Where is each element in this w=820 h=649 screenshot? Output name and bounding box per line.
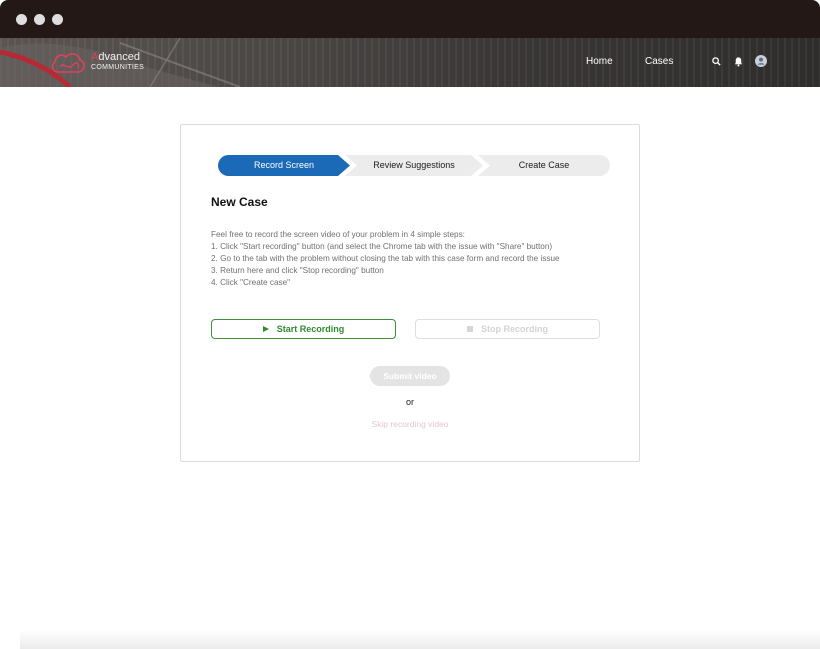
instruction-step-3: 3. Return here and click "Stop recording…: [211, 266, 384, 275]
start-recording-label: Start Recording: [276, 324, 345, 334]
brand-logo-icon[interactable]: [50, 50, 86, 76]
brand-wordmark[interactable]: Advanced COMMUNITIES: [91, 51, 145, 72]
brand-name-rest: dvanced: [98, 51, 140, 63]
window-close-dot[interactable]: [16, 14, 27, 25]
skip-recording-link[interactable]: Skip recording video: [181, 419, 639, 429]
window-titlebar: [0, 0, 820, 38]
instruction-step-2: 2. Go to the tab with the problem withou…: [211, 254, 560, 263]
start-recording-button[interactable]: Start Recording: [211, 319, 396, 339]
instructions-text: Feel free to record the screen video of …: [211, 229, 560, 289]
progress-steps: Record Screen Review Suggestions Create …: [218, 155, 610, 176]
submit-video-button[interactable]: Submit video: [370, 366, 450, 386]
new-case-card: Record Screen Review Suggestions Create …: [180, 124, 640, 462]
stop-recording-label: Stop Recording: [481, 324, 548, 334]
brand-tagline: COMMUNITIES: [91, 64, 145, 71]
instruction-intro: Feel free to record the screen video of …: [211, 230, 465, 239]
or-separator: or: [405, 397, 414, 407]
nav-home-link[interactable]: Home: [586, 56, 613, 67]
bell-icon[interactable]: [733, 56, 744, 67]
stop-recording-button[interactable]: Stop Recording: [415, 319, 600, 339]
window-maximize-dot[interactable]: [52, 14, 63, 25]
step-record-screen[interactable]: Record Screen: [218, 155, 350, 176]
user-avatar-icon[interactable]: [755, 55, 767, 67]
page-title: New Case: [211, 195, 268, 209]
bottom-shadow: [20, 630, 820, 649]
step-review-suggestions[interactable]: Review Suggestions: [345, 155, 483, 176]
stop-icon: [467, 326, 473, 332]
search-icon[interactable]: [711, 56, 722, 67]
instruction-step-1: 1. Click "Start recording" button (and s…: [211, 242, 553, 251]
window-minimize-dot[interactable]: [34, 14, 45, 25]
play-icon: [262, 326, 269, 332]
nav-cases-link[interactable]: Cases: [645, 56, 673, 67]
instruction-step-4: 4. Click "Create case": [211, 278, 291, 287]
step-create-case[interactable]: Create Case: [478, 155, 610, 176]
